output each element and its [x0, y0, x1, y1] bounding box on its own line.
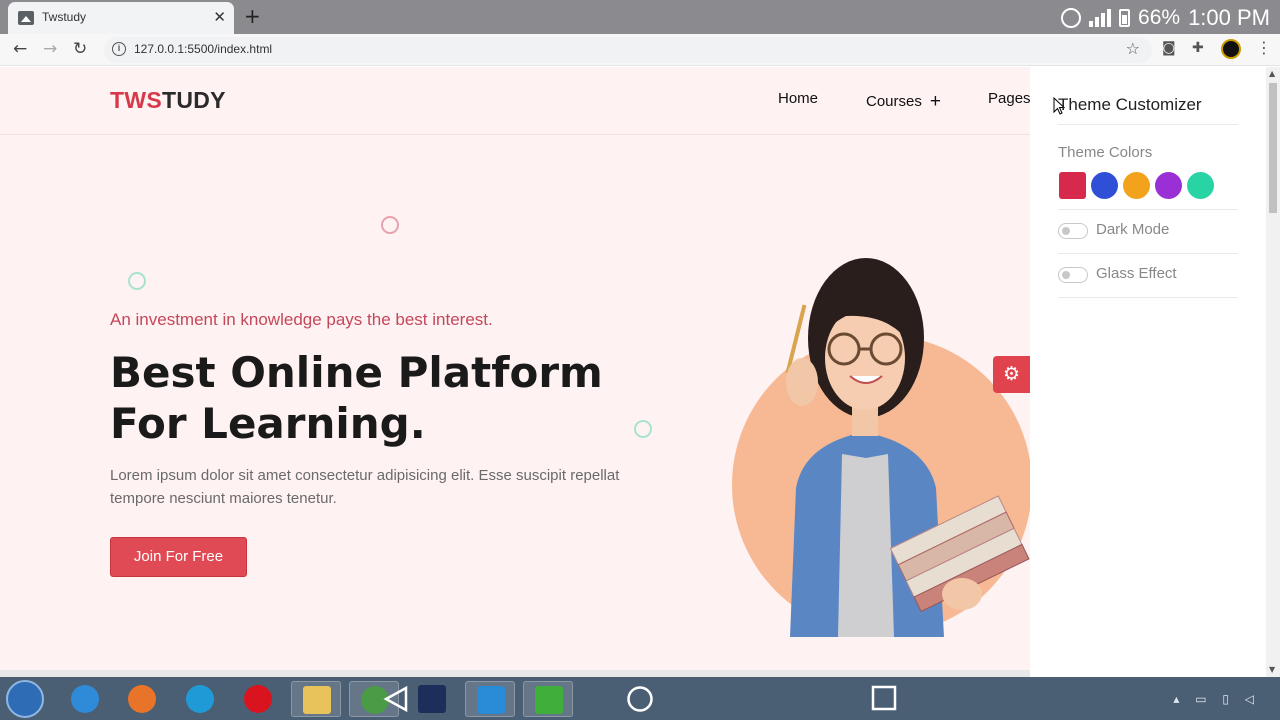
- landing-page: TWSTUDY Home Courses + Pages An investmen…: [0, 67, 1031, 677]
- divider: [1058, 124, 1238, 125]
- tab-title: Twstudy: [42, 10, 87, 24]
- extensions-puzzle-icon[interactable]: ✚: [1192, 40, 1204, 56]
- scroll-up-arrow-icon[interactable]: ▲: [1269, 69, 1275, 78]
- nav-courses-label: Courses: [866, 93, 922, 110]
- hero-title-line-2: For Learning.: [110, 399, 426, 448]
- file-explorer-app-icon[interactable]: [291, 681, 341, 717]
- logo-part-1: TWS: [110, 87, 162, 113]
- browser-menu-icon[interactable]: ⋮: [1256, 38, 1272, 57]
- site-logo[interactable]: TWSTUDY: [110, 87, 226, 114]
- theme-color-swatch-red[interactable]: [1059, 172, 1086, 199]
- image-favicon-icon: [18, 11, 34, 25]
- nav-courses[interactable]: Courses +: [866, 90, 941, 112]
- theme-color-swatch-blue[interactable]: [1091, 172, 1118, 199]
- edge-app-icon[interactable]: [175, 681, 225, 717]
- theme-colors-label: Theme Colors: [1058, 144, 1153, 161]
- theme-color-swatch-purple[interactable]: [1155, 172, 1182, 199]
- divider: [1058, 297, 1238, 298]
- decorative-circle: [128, 272, 146, 290]
- hero-title: Best Online Platform For Learning.: [110, 347, 670, 449]
- vertical-scrollbar[interactable]: ▲ ▼: [1266, 67, 1280, 677]
- android-home-icon[interactable]: [626, 685, 654, 713]
- dark-mode-toggle[interactable]: [1058, 223, 1088, 239]
- forward-icon[interactable]: →: [43, 39, 57, 59]
- reload-icon[interactable]: ↻: [73, 39, 87, 59]
- divider: [1058, 209, 1238, 210]
- scroll-down-arrow-icon[interactable]: ▼: [1269, 665, 1275, 674]
- site-header: TWSTUDY Home Courses + Pages: [0, 67, 1031, 135]
- url-text[interactable]: 127.0.0.1:5500/index.html: [134, 42, 272, 56]
- theme-customizer-panel: Theme Customizer Theme Colors Dark Mode …: [1030, 67, 1266, 677]
- opera-app-icon[interactable]: [233, 681, 283, 717]
- glass-effect-toggle[interactable]: [1058, 267, 1088, 283]
- hero-description: Lorem ipsum dolor sit amet consectetur a…: [110, 467, 620, 507]
- firefox-app-icon[interactable]: [117, 681, 167, 717]
- vscode-app-icon[interactable]: [465, 681, 515, 717]
- battery-icon: [1119, 9, 1131, 27]
- site-info-icon[interactable]: i: [112, 42, 126, 56]
- camtasia-app-icon[interactable]: [523, 681, 573, 717]
- browser-tab-strip: Twstudy ✕ + 66% 1:00 PM: [0, 0, 1280, 34]
- battery-percent: 66%: [1138, 6, 1181, 29]
- scrollbar-thumb[interactable]: [1269, 83, 1277, 213]
- browser-tab[interactable]: Twstudy ✕: [8, 2, 234, 34]
- settings-gear-icon[interactable]: ⚙: [993, 356, 1030, 393]
- hero-student-image: [730, 252, 1030, 637]
- decorative-circle: [381, 216, 399, 234]
- android-recents-icon[interactable]: [871, 685, 897, 711]
- signal-icon: [1089, 9, 1112, 27]
- logo-part-2: TUDY: [162, 87, 226, 113]
- nav-home[interactable]: Home: [778, 90, 818, 107]
- clock-time: 1:00 PM: [1188, 5, 1270, 30]
- browser-toolbar: ← → ↻ i 127.0.0.1:5500/index.html ☆ ◙ ✚ …: [0, 34, 1280, 66]
- nav-pages[interactable]: Pages: [988, 90, 1031, 107]
- dark-mode-label: Dark Mode: [1096, 221, 1170, 238]
- start-button[interactable]: [6, 680, 44, 718]
- theme-color-swatch-orange[interactable]: [1123, 172, 1150, 199]
- photoshop-app-icon[interactable]: [407, 681, 457, 717]
- alarm-icon: [1061, 8, 1082, 28]
- plus-icon: +: [929, 91, 941, 112]
- hero-title-line-1: Best Online Platform: [110, 348, 603, 397]
- taskbar: ▴ ▭ ▯ ◁: [0, 677, 1280, 720]
- divider: [1058, 253, 1238, 254]
- android-back-icon[interactable]: [382, 685, 410, 713]
- new-tab-button[interactable]: +: [244, 4, 261, 28]
- glass-effect-label: Glass Effect: [1096, 265, 1177, 282]
- join-for-free-button[interactable]: Join For Free: [110, 537, 247, 577]
- camera-icon[interactable]: ◙: [1162, 40, 1176, 56]
- customizer-title: Theme Customizer: [1058, 95, 1202, 114]
- system-tray-icons[interactable]: ▴ ▭ ▯ ◁: [1173, 692, 1260, 706]
- status-bar: 66% 1:00 PM: [1061, 3, 1270, 33]
- theme-color-swatch-teal[interactable]: [1187, 172, 1214, 199]
- back-icon[interactable]: ←: [13, 39, 27, 59]
- page-viewport: TWSTUDY Home Courses + Pages An investmen…: [0, 67, 1280, 677]
- ie-app-icon[interactable]: [60, 681, 110, 717]
- hero-tagline: An investment in knowledge pays the best…: [110, 310, 493, 329]
- bookmark-star-icon[interactable]: ☆: [1126, 39, 1140, 58]
- address-bar[interactable]: i 127.0.0.1:5500/index.html ☆: [104, 37, 1152, 63]
- profile-avatar[interactable]: [1221, 39, 1241, 59]
- close-tab-icon[interactable]: ✕: [213, 8, 226, 26]
